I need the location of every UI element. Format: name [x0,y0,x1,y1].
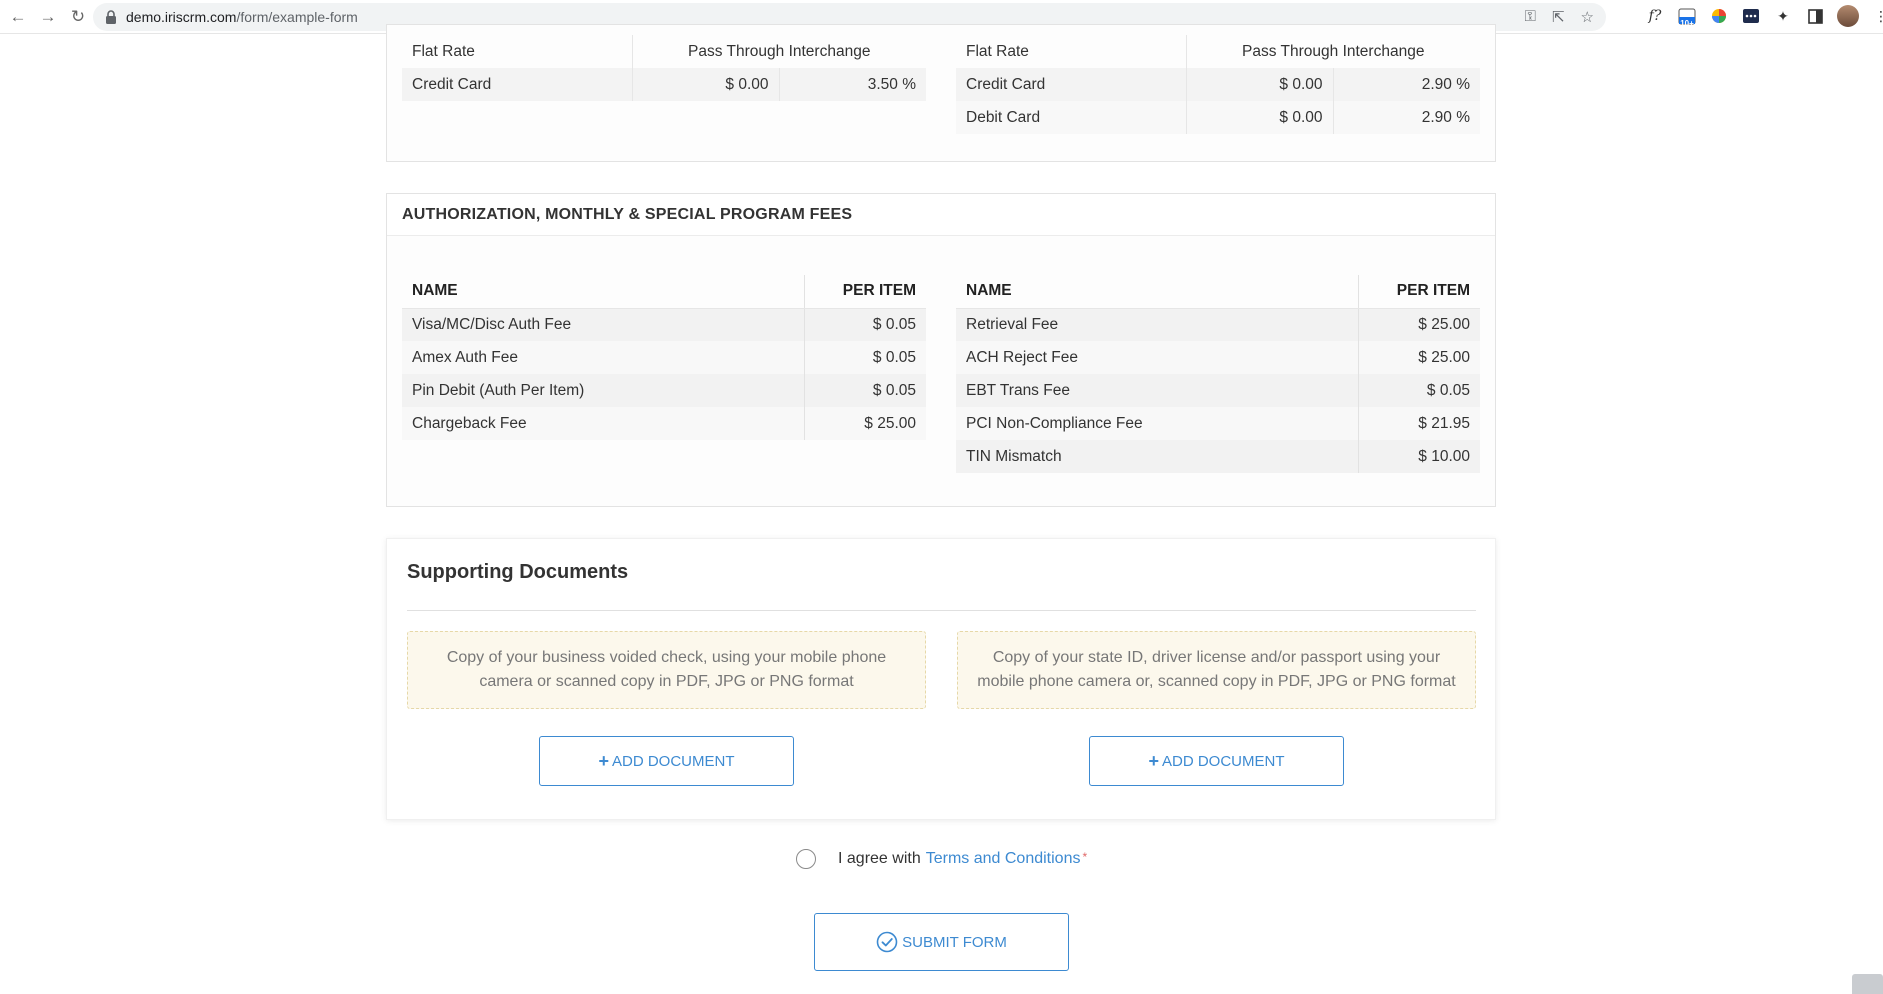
fee-name: Amex Auth Fee [402,341,804,374]
check-circle-icon [876,931,898,953]
fee-value: $ 10.00 [1357,440,1480,473]
fee-name: Pin Debit (Auth Per Item) [402,374,804,407]
table-row: ACH Reject Fee $ 25.00 [956,341,1480,374]
rate-fee: $ 0.00 [1185,68,1333,101]
fee-name: TIN Mismatch [956,440,1358,473]
fee-value: $ 0.05 [1357,374,1480,407]
table-row: Retrieval Fee $ 25.00 [956,308,1480,341]
fee-value: $ 0.05 [803,374,926,407]
submit-form-label: SUBMIT FORM [902,933,1007,951]
key-icon[interactable]: ⚿ [1525,8,1536,26]
fee-value: $ 0.05 [803,308,926,341]
share-icon[interactable]: ⇱ [1552,8,1565,26]
url-host: demo.iriscrm.com [126,9,237,25]
voided-check-note: Copy of your business voided check, usin… [407,631,926,709]
fee-name: Chargeback Fee [402,407,804,440]
forward-icon[interactable]: → [36,5,60,29]
back-icon[interactable]: ← [6,5,30,29]
reload-icon[interactable]: ↻ [66,5,90,29]
add-document-label: ADD DOCUMENT [612,752,735,770]
profile-avatar[interactable] [1837,5,1859,27]
fee-name: EBT Trans Fee [956,374,1358,407]
table-row: Credit Card $ 0.00 2.90 % [956,68,1480,101]
terms-agreement: I agree with Terms and Conditions * [796,849,1087,869]
rate-name: Debit Card [956,101,1186,134]
rate-percent: 2.90 % [1332,101,1480,134]
rate-fee: $ 0.00 [1185,101,1333,134]
table-row: Pin Debit (Auth Per Item) $ 0.05 [402,374,926,407]
fees-table-right: NAME PER ITEM Retrieval Fee $ 25.00 ACH R… [956,275,1480,473]
kebab-menu-icon[interactable]: ⋮ [1871,6,1883,26]
fee-value: $ 21.95 [1357,407,1480,440]
table-row: Chargeback Fee $ 25.00 [402,407,926,440]
column-header-name: NAME [956,275,1358,309]
fee-name: PCI Non-Compliance Fee [956,407,1358,440]
column-header-per-item: PER ITEM [1357,275,1480,309]
fees-panel: AUTHORIZATION, MONTHLY & SPECIAL PROGRAM… [386,193,1496,507]
rate-name: Credit Card [956,68,1186,101]
scroll-to-top-button[interactable] [1852,974,1883,994]
fees-panel-title: AUTHORIZATION, MONTHLY & SPECIAL PROGRAM… [387,194,1495,236]
table-row: Debit Card $ 0.00 2.90 % [956,101,1480,134]
rate-percent: 3.50 % [778,68,926,101]
rates-header-label: Flat Rate [402,35,632,68]
calendar-extension-icon[interactable]: 10+ [1677,6,1697,28]
required-marker: * [1082,850,1088,864]
plus-icon: + [1148,750,1159,771]
table-row: Visa/MC/Disc Auth Fee $ 0.05 [402,308,926,341]
supporting-documents-panel: Supporting Documents Copy of your busine… [386,538,1496,820]
lock-icon [106,10,116,24]
fee-value: $ 0.05 [803,341,926,374]
table-row: PCI Non-Compliance Fee $ 21.95 [956,407,1480,440]
color-extension-icon[interactable] [1709,6,1729,26]
table-row: EBT Trans Fee $ 0.05 [956,374,1480,407]
agree-text: I agree with [838,850,921,867]
formula-extension-icon[interactable]: f? [1645,6,1665,26]
bookmark-star-icon[interactable]: ☆ [1581,8,1594,26]
form-page: Flat Rate Pass Through Interchange Credi… [386,24,1496,994]
fee-name: ACH Reject Fee [956,341,1358,374]
id-document-note: Copy of your state ID, driver license an… [957,631,1476,709]
rates-table-right: Flat Rate Pass Through Interchange Credi… [956,35,1480,134]
table-row: TIN Mismatch $ 10.00 [956,440,1480,473]
url-path: /form/example-form [236,9,358,25]
fees-table-left: NAME PER ITEM Visa/MC/Disc Auth Fee $ 0.0… [402,275,926,440]
password-extension-icon[interactable] [1741,6,1761,26]
column-header-per-item: PER ITEM [803,275,926,309]
column-header-name: NAME [402,275,804,309]
add-voided-check-button[interactable]: + ADD DOCUMENT [539,736,794,786]
rate-name: Credit Card [402,68,632,101]
fee-name: Retrieval Fee [956,308,1358,341]
url-text: demo.iriscrm.com/form/example-form [126,9,358,25]
rates-table-left: Flat Rate Pass Through Interchange Credi… [402,35,926,101]
rates-panel: Flat Rate Pass Through Interchange Credi… [386,24,1496,162]
submit-form-button[interactable]: SUBMIT FORM [814,913,1069,971]
rates-header-label: Flat Rate [956,35,1186,68]
terms-link[interactable]: Terms and Conditions [926,850,1081,868]
rate-fee: $ 0.00 [631,68,779,101]
supporting-documents-title: Supporting Documents [407,561,629,583]
add-document-label: ADD DOCUMENT [1162,752,1285,770]
rates-header-span: Pass Through Interchange [1185,35,1480,68]
rates-header-span: Pass Through Interchange [631,35,926,68]
terms-checkbox[interactable] [796,849,816,869]
fee-value: $ 25.00 [1357,308,1480,341]
extension-badge: 10+ [1680,19,1694,28]
table-row: Credit Card $ 0.00 3.50 % [402,68,926,101]
fee-value: $ 25.00 [1357,341,1480,374]
fee-name: Visa/MC/Disc Auth Fee [402,308,804,341]
table-row: Amex Auth Fee $ 0.05 [402,341,926,374]
puzzle-extensions-icon[interactable]: ✦ [1773,6,1793,26]
rate-percent: 2.90 % [1332,68,1480,101]
add-id-document-button[interactable]: + ADD DOCUMENT [1089,736,1344,786]
side-panel-icon[interactable] [1805,6,1825,26]
fee-value: $ 25.00 [803,407,926,440]
plus-icon: + [598,750,609,771]
divider [407,610,1476,611]
